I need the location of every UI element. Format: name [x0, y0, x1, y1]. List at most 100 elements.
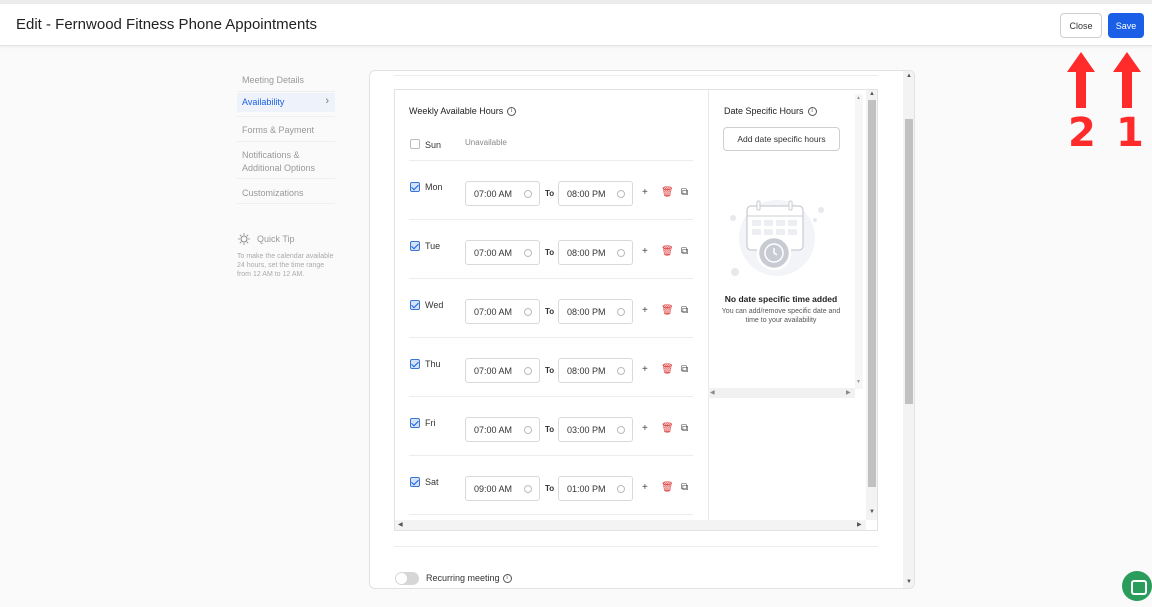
trash-icon[interactable]: 🗑 — [661, 305, 674, 316]
scroll-down-icon[interactable]: ▼ — [869, 509, 875, 515]
trash-icon[interactable]: 🗑 — [661, 364, 674, 375]
recurring-label-group: Recurring meeting i — [426, 573, 512, 583]
divider — [394, 546, 878, 547]
sidebar-item-customizations[interactable]: Customizations — [237, 184, 335, 203]
day-checkbox-thu[interactable] — [410, 359, 420, 369]
day-checkbox-mon[interactable] — [410, 182, 420, 192]
save-button[interactable]: Save — [1108, 13, 1144, 38]
annotation-number: 2 — [1068, 110, 1096, 156]
plus-icon[interactable]: + — [642, 423, 648, 434]
unavailable-label: Unavailable — [465, 138, 507, 147]
end-time-input[interactable]: 01:00 PM — [558, 476, 633, 501]
sidebar-divider — [237, 203, 335, 204]
scroll-right-icon[interactable]: ▶ — [846, 389, 851, 396]
day-row-sat: Sat 09:00 AM To 01:00 PM + 🗑 ⧉ — [409, 456, 693, 515]
date-specific-scrollbar[interactable]: ▲ ▼ — [855, 94, 863, 389]
scroll-down-icon[interactable]: ▼ — [856, 379, 861, 385]
scroll-left-icon[interactable]: ◀ — [710, 389, 715, 396]
day-checkbox-sun[interactable] — [410, 139, 420, 149]
date-specific-hscrollbar[interactable]: ◀ ▶ — [708, 388, 855, 398]
sidebar-item-availability[interactable]: Availability › — [237, 93, 335, 112]
plus-icon[interactable]: + — [642, 482, 648, 493]
clock-icon — [524, 485, 532, 493]
sidebar-divider — [237, 178, 335, 179]
trash-icon[interactable]: 🗑 — [661, 482, 674, 493]
day-row-mon: Mon 07:00 AM To 08:00 PM + 🗑 ⧉ — [409, 161, 693, 220]
scroll-up-icon[interactable]: ▲ — [906, 73, 912, 79]
copy-icon[interactable]: ⧉ — [681, 482, 688, 493]
close-button[interactable]: Close — [1060, 13, 1102, 38]
info-icon[interactable]: i — [807, 106, 817, 116]
copy-icon[interactable]: ⧉ — [681, 187, 688, 198]
clock-icon — [524, 249, 532, 257]
end-time-input[interactable]: 08:00 PM — [558, 299, 633, 324]
copy-icon[interactable]: ⧉ — [681, 305, 688, 316]
scroll-up-icon[interactable]: ▲ — [856, 95, 861, 101]
chevron-right-icon: › — [325, 95, 329, 107]
day-checkbox-sat[interactable] — [410, 477, 420, 487]
day-row-wed: Wed 07:00 AM To 08:00 PM + 🗑 ⧉ — [409, 279, 693, 338]
scroll-down-icon[interactable]: ▼ — [906, 579, 912, 585]
trash-icon[interactable]: 🗑 — [661, 423, 674, 434]
copy-icon[interactable]: ⧉ — [681, 364, 688, 375]
end-time-input[interactable]: 03:00 PM — [558, 417, 633, 442]
end-time-input[interactable]: 08:00 PM — [558, 181, 633, 206]
scrollbar-thumb[interactable] — [868, 100, 876, 487]
page-header: Edit - Fernwood Fitness Phone Appointmen… — [0, 4, 1152, 46]
availability-panel: Weekly Available Hours i Sun Unavailable… — [394, 89, 878, 531]
weekly-hours-title: Weekly Available Hours i — [409, 106, 517, 116]
sidebar-divider — [237, 141, 335, 142]
page-scrollbar[interactable]: ▲ ▼ — [903, 71, 914, 588]
plus-icon[interactable]: + — [642, 364, 648, 375]
plus-icon[interactable]: + — [642, 187, 648, 198]
start-time-input[interactable]: 07:00 AM — [465, 299, 540, 324]
day-row-fri: Fri 07:00 AM To 03:00 PM + 🗑 ⧉ — [409, 397, 693, 456]
day-checkbox-fri[interactable] — [410, 418, 420, 428]
trash-icon[interactable]: 🗑 — [661, 187, 674, 198]
scroll-right-icon[interactable]: ▶ — [857, 521, 862, 528]
clock-icon — [617, 485, 625, 493]
start-time-input[interactable]: 07:00 AM — [465, 181, 540, 206]
start-time-input[interactable]: 07:00 AM — [465, 358, 540, 383]
start-time-input[interactable]: 07:00 AM — [465, 417, 540, 442]
plus-icon[interactable]: + — [642, 246, 648, 257]
info-icon[interactable]: i — [502, 573, 512, 583]
sidebar-divider — [237, 91, 335, 92]
add-date-specific-hours-button[interactable]: Add date specific hours — [723, 127, 840, 151]
column-divider — [708, 90, 709, 520]
quick-tip-title: Quick Tip — [257, 234, 295, 244]
trash-icon[interactable]: 🗑 — [661, 246, 674, 257]
panel-scrollbar[interactable]: ▲ ▼ — [866, 90, 877, 520]
clock-icon — [617, 190, 625, 198]
copy-icon[interactable]: ⧉ — [681, 423, 688, 434]
chat-widget-button[interactable] — [1122, 571, 1152, 601]
sidebar-item-meeting-details[interactable]: Meeting Details — [237, 71, 335, 90]
info-icon[interactable]: i — [507, 106, 517, 116]
scroll-up-icon[interactable]: ▲ — [869, 91, 875, 97]
day-checkbox-tue[interactable] — [410, 241, 420, 251]
copy-icon[interactable]: ⧉ — [681, 246, 688, 257]
clock-icon — [617, 426, 625, 434]
quick-tip-header: Quick Tip — [237, 232, 337, 246]
day-label: Fri — [425, 418, 436, 428]
clock-icon — [524, 426, 532, 434]
scrollbar-thumb[interactable] — [905, 119, 913, 404]
clock-icon — [617, 249, 625, 257]
start-time-input[interactable]: 07:00 AM — [465, 240, 540, 265]
end-time-input[interactable]: 08:00 PM — [558, 240, 633, 265]
panel-hscrollbar[interactable]: ◀ ▶ — [395, 520, 866, 530]
day-label: Mon — [425, 182, 443, 192]
empty-state-text: You can add/remove specific date and tim… — [721, 308, 841, 324]
to-label: To — [545, 248, 555, 257]
start-time-input[interactable]: 09:00 AM — [465, 476, 540, 501]
sidebar-item-forms-payment[interactable]: Forms & Payment — [237, 121, 335, 140]
to-label: To — [545, 307, 555, 316]
annotation-number: 1 — [1116, 110, 1144, 156]
sidebar-item-notifications[interactable]: Notifications & Additional Options — [237, 146, 335, 178]
end-time-input[interactable]: 08:00 PM — [558, 358, 633, 383]
quick-tip-text: To make the calendar available 24 hours,… — [237, 253, 334, 278]
scroll-left-icon[interactable]: ◀ — [398, 521, 403, 528]
recurring-toggle[interactable] — [395, 572, 419, 585]
plus-icon[interactable]: + — [642, 305, 648, 316]
day-checkbox-wed[interactable] — [410, 300, 420, 310]
